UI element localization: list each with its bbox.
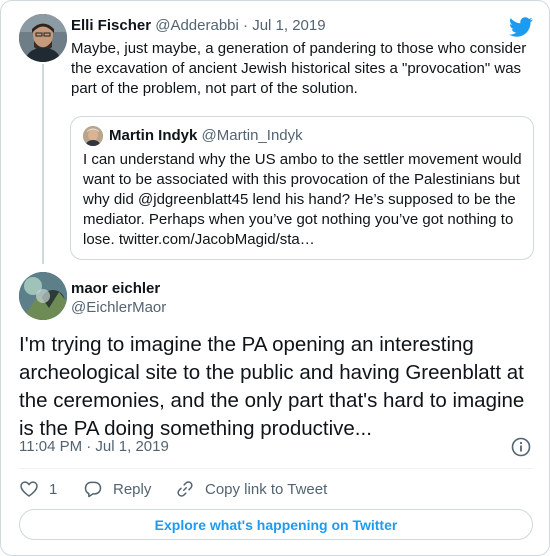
parent-tweet-text: Maybe, just maybe, a generation of pande…	[71, 40, 527, 97]
parent-author-handle[interactable]: @Adderabbi	[155, 17, 239, 34]
parent-tweet-header: Elli Fischer @Adderabbi · Jul 1, 2019	[71, 17, 326, 34]
quoted-tweet-text: I can understand why the US ambo to the …	[83, 151, 522, 248]
tweet-timestamp[interactable]: 11:04 PM · Jul 1, 2019	[19, 438, 169, 455]
quoted-tweet-header: Martin Indyk @Martin_Indyk	[109, 127, 303, 144]
elli-fischer-avatar[interactable]	[19, 14, 67, 62]
parent-separator: ·	[243, 17, 249, 34]
link-icon	[177, 481, 193, 497]
heart-icon	[20, 481, 38, 497]
quoted-author-name[interactable]: Martin Indyk	[109, 127, 197, 144]
maor-eichler-avatar[interactable]	[19, 272, 67, 320]
main-author-handle[interactable]: @EichlerMaor	[71, 299, 166, 316]
like-count: 1	[49, 480, 58, 498]
twitter-bird-icon[interactable]	[509, 15, 533, 39]
main-tweet-text: I'm trying to imagine the PA opening an …	[19, 333, 525, 440]
parent-author-name[interactable]: Elli Fischer	[71, 17, 151, 34]
like-button[interactable]: 1	[19, 478, 57, 500]
main-author-name[interactable]: maor eichler	[71, 280, 160, 297]
reply-button[interactable]: Reply	[83, 478, 151, 500]
embedded-tweet-card: Elli Fischer @Adderabbi · Jul 1, 2019 Ma…	[0, 0, 550, 556]
quoted-author-handle[interactable]: @Martin_Indyk	[202, 127, 303, 144]
parent-date[interactable]: Jul 1, 2019	[252, 17, 325, 34]
copy-link-button[interactable]: Copy link to Tweet	[175, 478, 327, 500]
martin-indyk-avatar	[83, 126, 103, 146]
copy-link-label: Copy link to Tweet	[205, 480, 328, 498]
reply-icon	[84, 481, 102, 498]
explore-twitter-button[interactable]: Explore what's happening on Twitter	[19, 509, 533, 540]
thread-connector-line	[42, 64, 44, 264]
quoted-tweet[interactable]: Martin Indyk @Martin_Indyk I can underst…	[70, 116, 534, 260]
reply-label: Reply	[113, 480, 152, 498]
info-icon[interactable]	[511, 437, 531, 457]
divider	[19, 468, 533, 469]
